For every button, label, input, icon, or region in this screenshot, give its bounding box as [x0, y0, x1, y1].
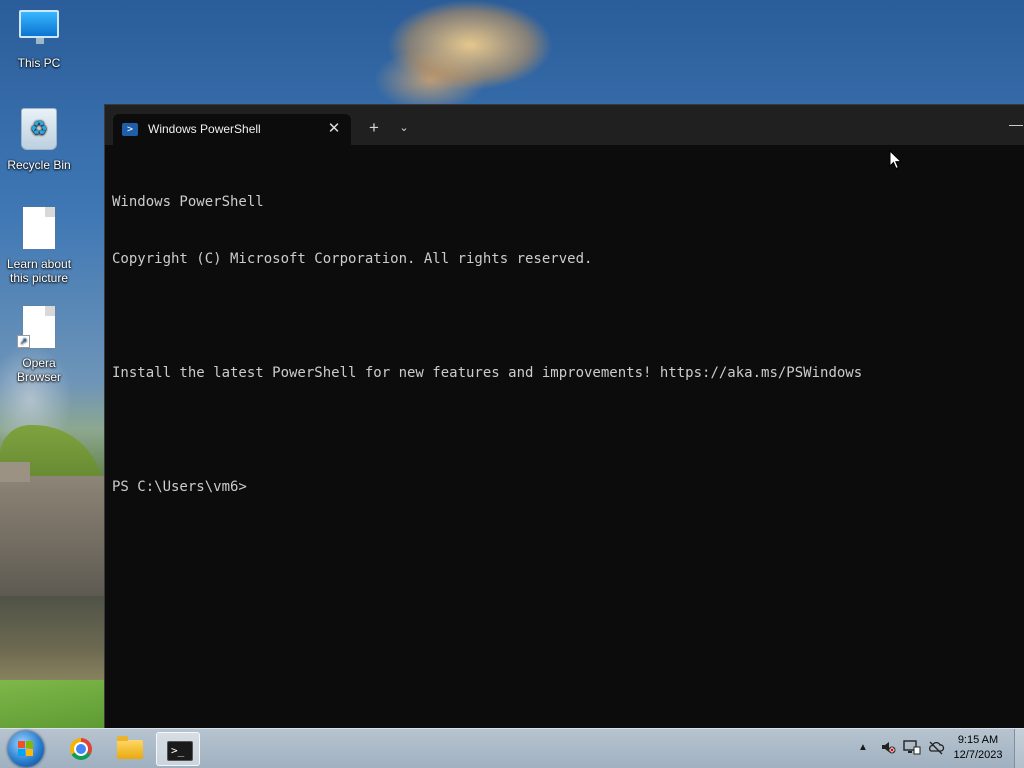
desktop-icon-this-pc[interactable]: This PC	[0, 10, 78, 70]
volume-muted-icon[interactable]	[880, 739, 896, 760]
start-button[interactable]	[8, 731, 44, 767]
console-line: Copyright (C) Microsoft Corporation. All…	[112, 251, 593, 267]
desktop-icon-label: Opera Browser	[16, 356, 61, 384]
tab-dropdown-button[interactable]: ⌄	[393, 117, 415, 139]
network-icon[interactable]	[903, 739, 921, 760]
taskbar-terminal-button[interactable]: >_	[156, 732, 200, 766]
folder-icon	[117, 736, 143, 759]
wallpaper-grass	[0, 680, 104, 730]
terminal-window[interactable]: > Windows PowerShell ✕ + ⌄ — Windows Pow…	[104, 104, 1024, 729]
taskbar-file-explorer-button[interactable]	[108, 732, 152, 766]
terminal-tab-bar[interactable]: > Windows PowerShell ✕ + ⌄ —	[105, 105, 1024, 145]
minimize-button[interactable]: —	[1009, 113, 1024, 135]
wallpaper-castle	[0, 462, 104, 596]
document-shortcut-icon: ↗	[17, 306, 55, 348]
clock-time: 9:15 AM	[957, 734, 999, 746]
onedrive-offline-icon[interactable]	[927, 739, 945, 760]
desktop-icon-label: Learn about this picture	[6, 257, 72, 285]
powershell-icon: >	[122, 123, 138, 136]
shortcut-arrow-icon: ↗	[17, 335, 30, 348]
desktop: This PC ♻ Recycle Bin Learn about this p…	[0, 0, 1024, 768]
desktop-icon-learn-about-picture[interactable]: Learn about this picture	[0, 207, 78, 285]
document-icon	[23, 207, 55, 249]
tab-title: Windows PowerShell	[148, 122, 261, 136]
taskbar-chrome-button[interactable]	[59, 732, 103, 766]
desktop-icon-recycle-bin[interactable]: ♻ Recycle Bin	[0, 108, 78, 172]
windows-logo-icon	[18, 741, 34, 757]
console-line: Windows PowerShell	[112, 194, 264, 210]
taskbar: >_ ▲ 9:15 AM 12/7/2023	[0, 728, 1024, 768]
clock-date: 12/7/2023	[953, 749, 1003, 761]
tab-windows-powershell[interactable]: > Windows PowerShell ✕	[113, 114, 351, 145]
monitor-icon	[19, 10, 59, 44]
desktop-icon-label: Recycle Bin	[7, 158, 71, 172]
wallpaper-water	[0, 596, 104, 686]
show-desktop-button[interactable]	[1014, 729, 1024, 768]
recycle-bin-icon: ♻	[21, 108, 57, 150]
console-line: Install the latest PowerShell for new fe…	[112, 365, 863, 381]
desktop-icon-opera-browser[interactable]: ↗ Opera Browser	[0, 306, 78, 384]
chevron-up-icon[interactable]: ▲	[858, 739, 868, 757]
console-output[interactable]: Windows PowerShell Copyright (C) Microso…	[112, 155, 1017, 715]
console-prompt[interactable]: PS C:\Users\vm6>	[112, 478, 1017, 497]
terminal-icon: >_	[167, 741, 193, 761]
desktop-icon-label: This PC	[17, 56, 61, 70]
system-clock[interactable]: 9:15 AM 12/7/2023	[944, 733, 1012, 763]
chrome-icon	[70, 738, 92, 760]
close-tab-button[interactable]: ✕	[323, 118, 345, 140]
new-tab-button[interactable]: +	[363, 117, 385, 139]
